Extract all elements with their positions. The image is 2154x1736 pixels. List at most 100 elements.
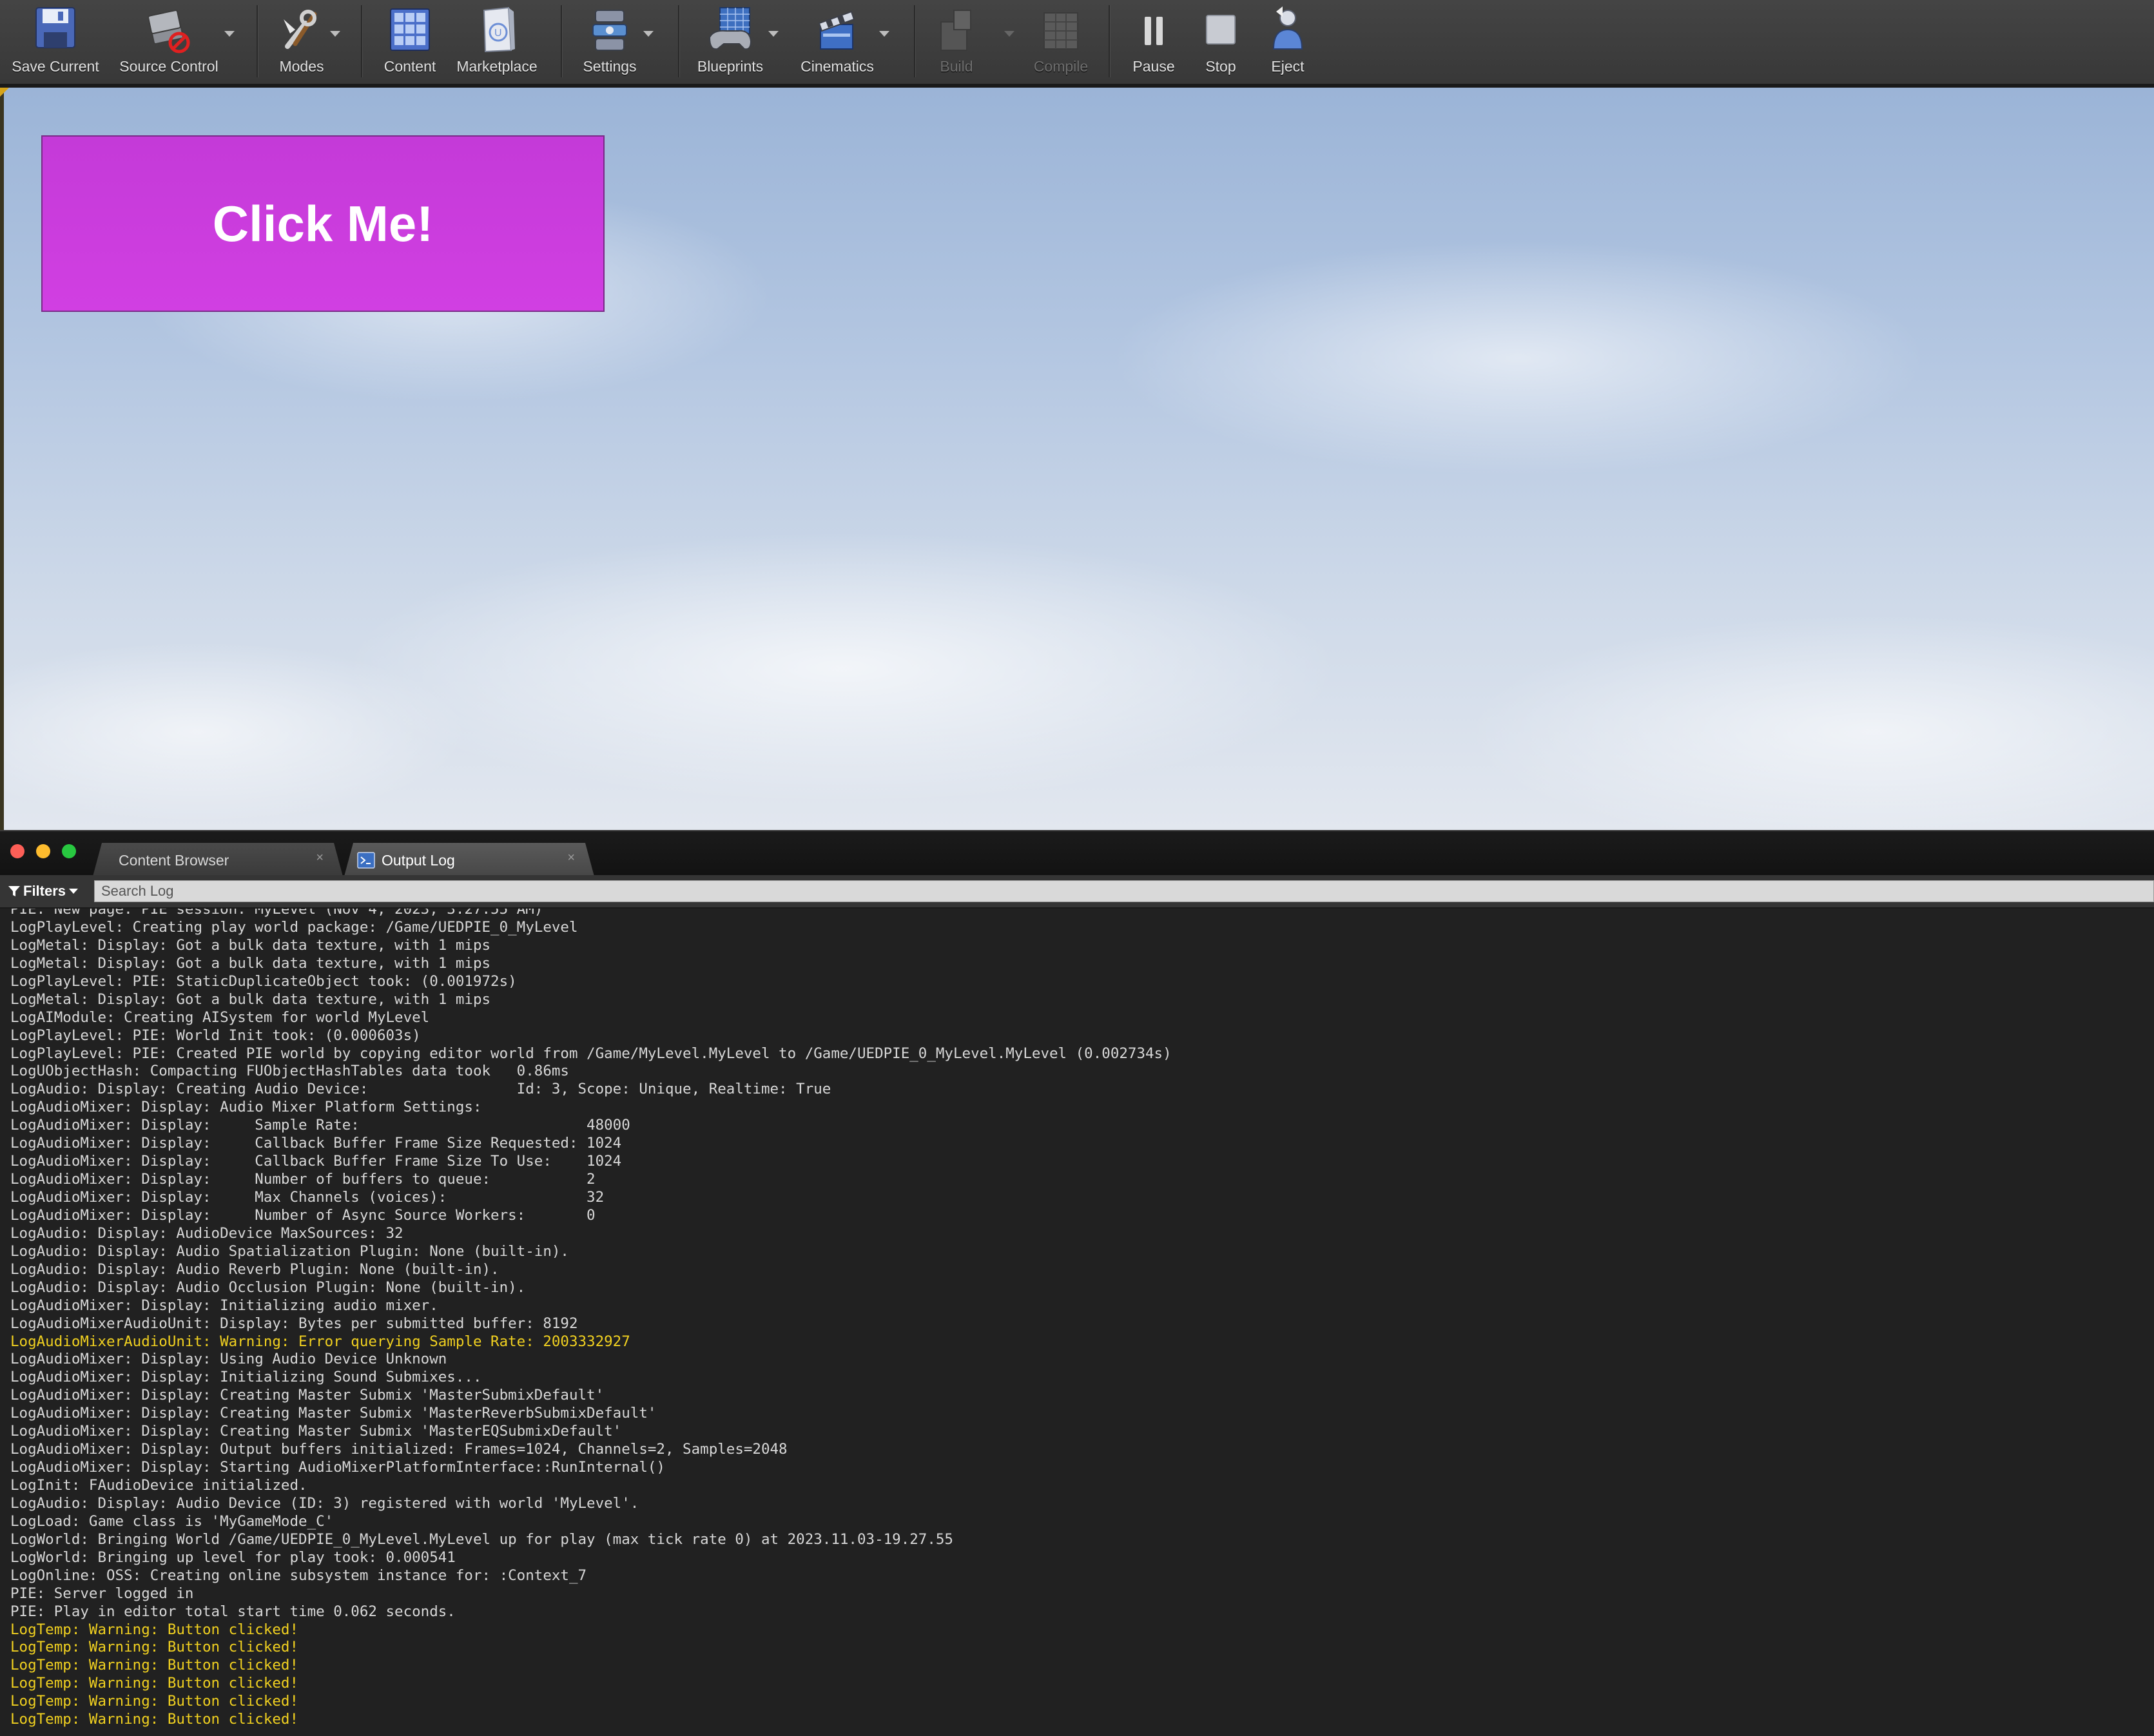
log-line: LogTemp: Warning: Button clicked! (10, 1621, 299, 1638)
search-log-input[interactable]: Search Log (94, 880, 2154, 902)
log-line: LogAudio: Display: AudioDevice MaxSource… (10, 1224, 403, 1242)
log-line: LogPlayLevel: PIE: StaticDuplicateObject… (10, 972, 517, 990)
pause-icon (1145, 17, 1163, 45)
source-control-button[interactable]: Source Control (111, 0, 227, 81)
log-line: LogLoad: Game class is 'MyGameMode_C' (10, 1512, 334, 1530)
log-line: LogAudioMixer: Display: Callback Buffer … (10, 1135, 622, 1152)
toolbar-separator (361, 5, 363, 77)
settings-label: Settings (583, 58, 637, 75)
log-line: LogPlayLevel: PIE: World Init took: (0.0… (10, 1027, 421, 1044)
compile-icon (1043, 12, 1078, 50)
toolbar-separator (257, 5, 258, 77)
filters-label: Filters (23, 883, 66, 899)
eject-label: Eject (1271, 58, 1305, 75)
build-button[interactable]: Build (924, 0, 989, 81)
build-blocks-icon (940, 10, 971, 51)
log-filter-bar: Filters Search Log (0, 875, 2154, 909)
eject-button[interactable]: Eject (1256, 0, 1320, 81)
log-line: LogAudioMixerAudioUnit: Warning: Error q… (10, 1333, 630, 1350)
cinematics-button[interactable]: Cinematics (794, 0, 880, 81)
chevron-down-icon (69, 889, 79, 894)
save-current-label: Save Current (12, 58, 99, 75)
marketplace-button[interactable]: U Marketplace (450, 0, 544, 81)
log-line: LogMetal: Display: Got a bulk data textu… (10, 990, 491, 1008)
log-line: LogMetal: Display: Got a bulk data textu… (10, 954, 491, 972)
tab-output-log-label: Output Log (382, 852, 455, 869)
settings-dropdown-icon[interactable] (643, 31, 654, 37)
window-maximize-button[interactable] (62, 844, 76, 858)
tab-content-browser[interactable]: Content Browser × (93, 843, 343, 876)
filters-button[interactable]: Filters (8, 880, 79, 902)
marketplace-label: Marketplace (456, 58, 538, 75)
log-line: LogAudioMixer: Display: Max Channels (vo… (10, 1189, 605, 1206)
build-dropdown-icon[interactable] (1004, 31, 1014, 37)
log-line: LogAudio: Display: Audio Device (ID: 3) … (10, 1494, 639, 1512)
log-line: LogAudioMixer: Display: Starting AudioMi… (10, 1459, 665, 1476)
log-line: LogOnline: OSS: Creating online subsyste… (10, 1567, 587, 1584)
log-line: LogAudioMixer: Display: Creating Master … (10, 1387, 605, 1404)
log-line: LogAudioMixer: Display: Sample Rate: 480… (10, 1117, 630, 1134)
modes-tools-icon (284, 10, 317, 49)
svg-text:U: U (494, 28, 502, 39)
log-line: LogTemp: Warning: Button clicked! (10, 1675, 299, 1692)
log-line: PIE: Play in editor total start time 0.0… (10, 1603, 456, 1620)
log-line: LogAudioMixer: Display: Creating Master … (10, 1405, 657, 1422)
log-line: LogAudio: Display: Audio Reverb Plugin: … (10, 1260, 500, 1278)
save-current-button[interactable]: Save Current (4, 0, 107, 81)
close-icon[interactable]: × (316, 851, 324, 865)
tab-output-log[interactable]: Output Log × (344, 843, 594, 876)
log-line: LogAudioMixer: Display: Initializing aud… (10, 1297, 438, 1314)
output-log-panel: Content Browser × Output Log × Filters S… (0, 830, 2154, 1736)
log-line: LogAudio: Display: Creating Audio Device… (10, 1081, 831, 1098)
log-line: LogAudio: Display: Audio Spatialization … (10, 1242, 569, 1260)
source-control-dropdown-icon[interactable] (224, 31, 235, 37)
window-minimize-button[interactable] (36, 844, 50, 858)
modes-button[interactable]: Modes (269, 0, 334, 81)
window-close-button[interactable] (10, 844, 24, 858)
log-line: LogWorld: Bringing up level for play too… (10, 1548, 456, 1566)
log-line: LogAudioMixer: Display: Output buffers i… (10, 1441, 788, 1458)
log-line: LogAIModule: Creating AISystem for world… (10, 1008, 430, 1026)
pause-button[interactable]: Pause (1121, 0, 1186, 81)
toolbar-separator (1109, 5, 1111, 77)
blueprints-label: Blueprints (697, 58, 764, 75)
blueprints-dropdown-icon[interactable] (768, 31, 779, 37)
viewport-corner-marker (0, 88, 9, 97)
pause-label: Pause (1132, 58, 1175, 75)
cinematics-dropdown-icon[interactable] (879, 31, 889, 37)
compile-button[interactable]: Compile (1029, 0, 1093, 81)
marketplace-icon: U (483, 6, 515, 53)
log-line: LogPlayLevel: PIE: Created PIE world by … (10, 1045, 1172, 1062)
source-control-label: Source Control (119, 58, 218, 75)
modes-label: Modes (279, 58, 324, 75)
log-line: LogAudioMixer: Display: Audio Mixer Plat… (10, 1099, 482, 1116)
log-line: LogUObjectHash: Compacting FUObjectHashT… (10, 1063, 569, 1080)
close-icon[interactable]: × (567, 851, 575, 865)
clapperboard-icon (818, 10, 855, 50)
log-line: LogTemp: Warning: Button clicked! (10, 1639, 299, 1656)
content-button[interactable]: Content (373, 0, 447, 81)
toolbar-separator (561, 5, 563, 77)
log-line: LogAudioMixer: Display: Number of buffer… (10, 1171, 596, 1188)
log-line: LogAudioMixer: Display: Number of Async … (10, 1206, 596, 1224)
stop-button[interactable]: Stop (1189, 0, 1253, 81)
log-line: LogAudioMixer: Display: Creating Master … (10, 1423, 622, 1440)
log-line: LogAudio: Display: Audio Occlusion Plugi… (10, 1278, 526, 1296)
log-line: LogAudioMixerAudioUnit: Display: Bytes p… (10, 1315, 578, 1332)
log-line: PIE: Server logged in (10, 1585, 194, 1602)
toolbar-separator (678, 5, 680, 77)
log-line: LogAudioMixer: Display: Callback Buffer … (10, 1153, 622, 1170)
log-line: LogPlayLevel: Creating play world packag… (10, 918, 578, 936)
log-lines: PIE: New page: PIE session: MyLevel (Nov… (10, 909, 1172, 1729)
funnel-icon (8, 886, 20, 896)
content-label: Content (383, 58, 436, 75)
settings-button[interactable]: Settings (574, 0, 646, 81)
click-me-button[interactable]: Click Me! (41, 135, 605, 312)
blueprints-button[interactable]: Blueprints (688, 0, 772, 81)
panel-tab-strip: Content Browser × Output Log × (0, 830, 2154, 876)
log-line: LogAudioMixer: Display: Initializing Sou… (10, 1369, 482, 1386)
output-log-view[interactable]: PIE: New page: PIE session: MyLevel (Nov… (0, 909, 2154, 1736)
source-control-icon (148, 10, 190, 53)
stop-icon (1206, 15, 1236, 44)
modes-dropdown-icon[interactable] (330, 31, 340, 37)
